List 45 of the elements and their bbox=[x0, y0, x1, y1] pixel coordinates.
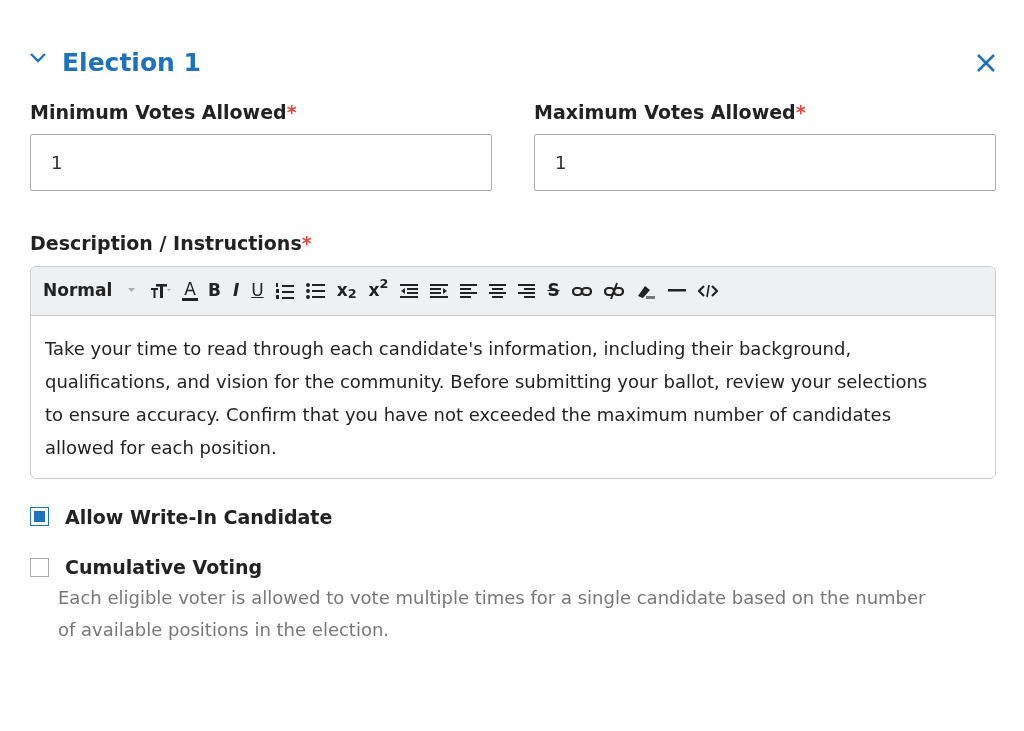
font-color-button[interactable]: A bbox=[182, 280, 198, 301]
number-input[interactable]: 1 bbox=[534, 134, 996, 191]
strikethrough-button[interactable]: S bbox=[545, 282, 562, 299]
field-label: Maximum Votes Allowed bbox=[534, 99, 796, 125]
align-left-button[interactable] bbox=[458, 281, 480, 300]
align-right-button[interactable] bbox=[516, 281, 538, 300]
ordered-list-button[interactable] bbox=[273, 281, 296, 300]
option-label: Allow Write-In Candidate bbox=[65, 504, 333, 530]
format-dropdown[interactable]: Normal bbox=[41, 282, 138, 299]
option-label: Cumulative Voting bbox=[65, 555, 263, 580]
field-label: Description / Instructions bbox=[30, 231, 302, 256]
outdent-button[interactable] bbox=[398, 281, 421, 300]
bullet-list-icon bbox=[305, 281, 325, 300]
italic-button[interactable]: I bbox=[230, 282, 242, 299]
section-title: Election 1 bbox=[62, 47, 201, 79]
indent-button[interactable] bbox=[428, 281, 451, 300]
required-mark: * bbox=[795, 99, 806, 125]
outdent-icon bbox=[400, 281, 419, 300]
font-size-icon bbox=[151, 281, 173, 300]
bullet-list-button[interactable] bbox=[303, 281, 327, 300]
align-center-button[interactable] bbox=[487, 281, 509, 300]
align-right-icon bbox=[518, 281, 536, 300]
close-icon[interactable] bbox=[976, 52, 996, 73]
numbered-list-icon bbox=[275, 281, 294, 300]
caret-icon bbox=[128, 288, 136, 293]
rule-button[interactable] bbox=[665, 289, 688, 292]
indent-icon bbox=[430, 281, 449, 300]
align-center-icon bbox=[489, 281, 507, 300]
checkbox[interactable] bbox=[30, 507, 49, 527]
bold-button[interactable]: B bbox=[205, 282, 223, 299]
rich-text-editor[interactable] bbox=[30, 265, 996, 479]
field-label: Minimum Votes Allowed bbox=[30, 99, 287, 125]
help-text: Each eligible voter is allowed to vote multiple times for a single candidate based on the number of available positions in the election. bbox=[57, 585, 927, 642]
description-text: Take your time to read through each candidate's information, including their background, qualifications, and vision for the community. Before submitting your ballot, review your selections to ensure accuracy. Confirm that you have not exceeded the maximum number of candidates allowed for each position. bbox=[44, 336, 929, 460]
required-mark: * bbox=[286, 99, 297, 125]
required-mark: * bbox=[301, 231, 312, 256]
checkbox[interactable] bbox=[30, 557, 49, 577]
number-input[interactable]: 1 bbox=[30, 134, 492, 191]
align-left-icon bbox=[460, 281, 478, 300]
underline-button[interactable]: U bbox=[249, 282, 266, 299]
subscript-button[interactable]: x$_{2}$ bbox=[334, 282, 359, 299]
unlink-icon bbox=[603, 281, 624, 300]
chevron-icon[interactable] bbox=[30, 52, 46, 63]
unlink-button[interactable] bbox=[601, 281, 626, 300]
horizontal-rule-icon bbox=[667, 289, 686, 292]
